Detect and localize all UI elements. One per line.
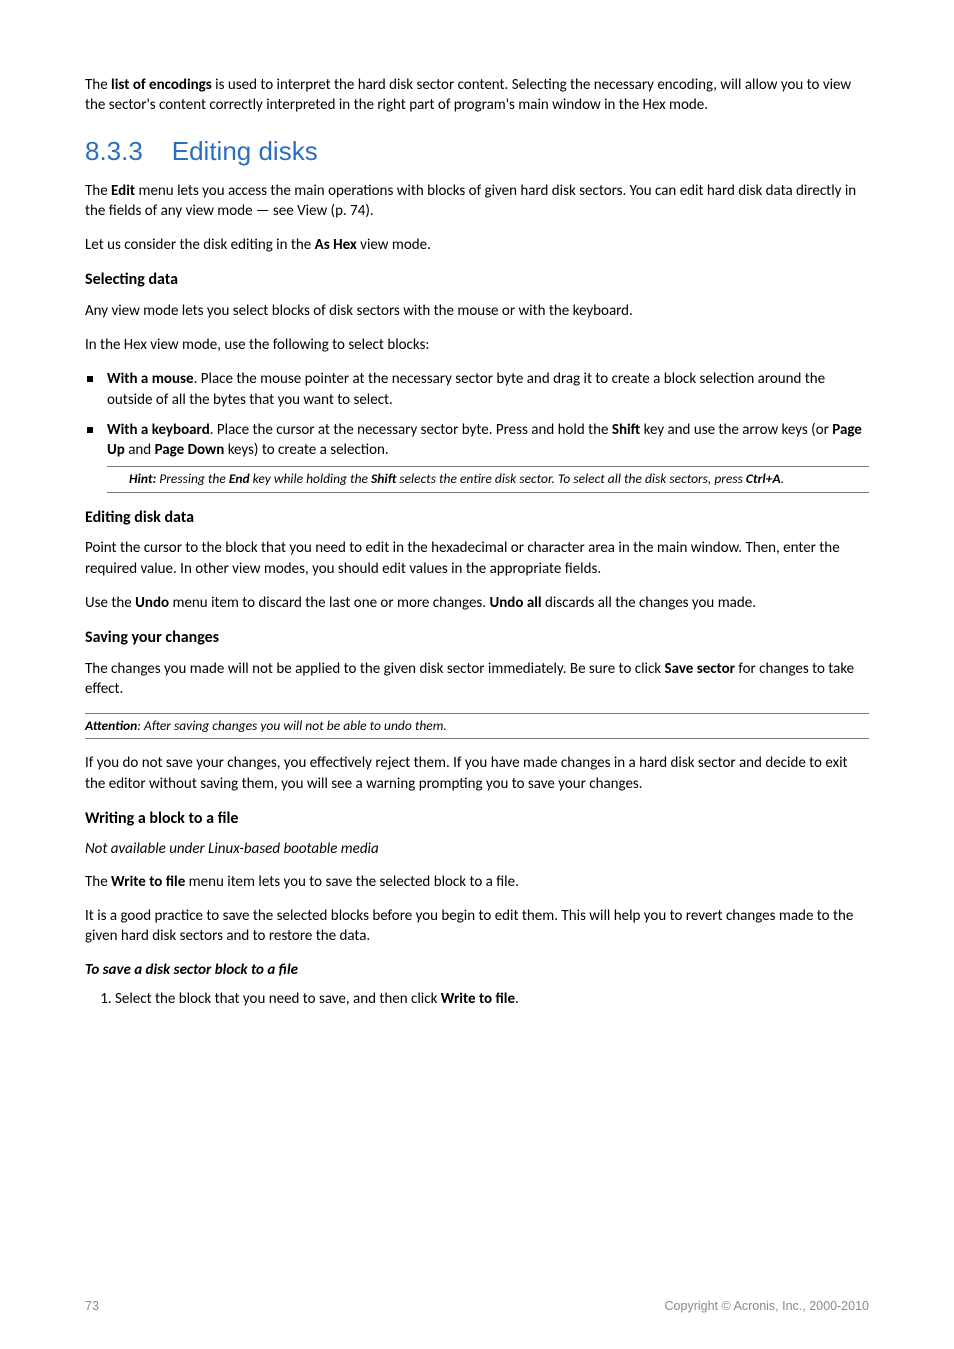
heading-selecting-data: Selecting data <box>85 269 869 291</box>
paragraph-ashex: Let us consider the disk editing in the … <box>85 235 869 255</box>
heading-saving-changes: Saving your changes <box>85 627 869 649</box>
section-title: Editing disks <box>172 136 318 166</box>
paragraph-edit-menu: The Edit menu lets you access the main o… <box>85 181 869 222</box>
paragraph-undo: Use the Undo menu item to discard the la… <box>85 593 869 613</box>
section-heading: 8.3.3 Editing disks <box>85 134 869 169</box>
heading-to-save-block: To save a disk sector block to a file <box>85 960 869 980</box>
heading-editing-disk-data: Editing disk data <box>85 507 869 529</box>
section-number: 8.3.3 <box>85 136 143 166</box>
intro-paragraph: The list of encodings is used to interpr… <box>85 75 869 116</box>
list-item: Select the block that you need to save, … <box>115 989 869 1009</box>
copyright-text: Copyright © Acronis, Inc., 2000-2010 <box>665 1298 869 1315</box>
paragraph-hex-select: In the Hex view mode, use the following … <box>85 335 869 355</box>
list-item-text: With a keyboard. Place the cursor at the… <box>107 420 869 461</box>
heading-writing-block: Writing a block to a file <box>85 808 869 830</box>
paragraph-write-to-file: The Write to file menu item lets you to … <box>85 872 869 892</box>
hint-box: Hint: Pressing the End key while holding… <box>107 466 869 492</box>
paragraph-reject-changes: If you do not save your changes, you eff… <box>85 753 869 794</box>
list-item: With a keyboard. Place the cursor at the… <box>107 420 869 493</box>
paragraph-save-sector: The changes you made will not be applied… <box>85 659 869 700</box>
paragraph-good-practice: It is a good practice to save the select… <box>85 906 869 947</box>
save-steps-list: Select the block that you need to save, … <box>85 989 869 1009</box>
page-number: 73 <box>85 1298 99 1315</box>
linux-note: Not available under Linux-based bootable… <box>85 839 869 859</box>
page-footer: 73 Copyright © Acronis, Inc., 2000-2010 <box>85 1298 869 1315</box>
paragraph-point-cursor: Point the cursor to the block that you n… <box>85 538 869 579</box>
select-methods-list: With a mouse. Place the mouse pointer at… <box>85 369 869 492</box>
list-item: With a mouse. Place the mouse pointer at… <box>107 369 869 410</box>
hint-text: Hint: Pressing the End key while holding… <box>129 470 869 488</box>
attention-box: Attention: After saving changes you will… <box>85 713 869 739</box>
paragraph-select-intro: Any view mode lets you select blocks of … <box>85 301 869 321</box>
